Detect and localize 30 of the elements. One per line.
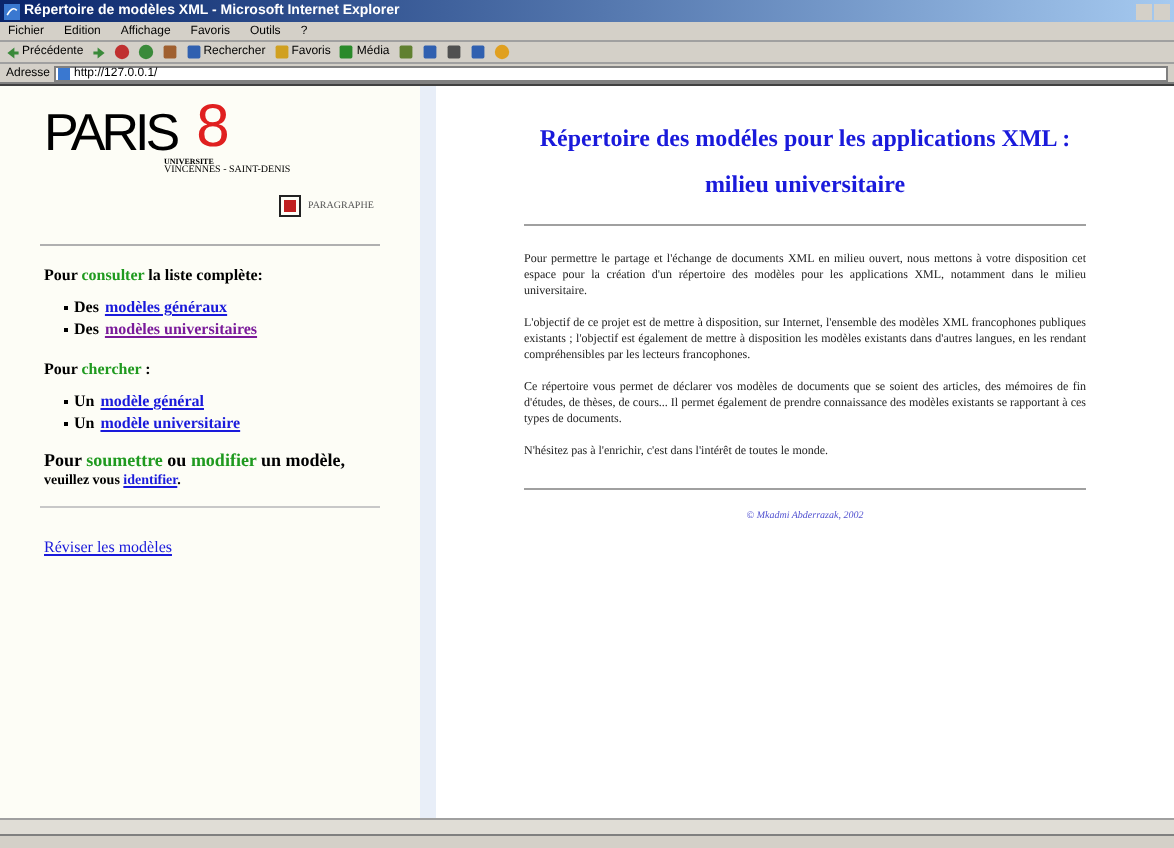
logo-number: 8 — [196, 98, 230, 158]
review-link[interactable]: Réviser les modèles — [44, 536, 376, 560]
model-link[interactable]: modèle général — [100, 392, 204, 412]
submit-text: Pour — [44, 450, 84, 470]
submit-text: modifier — [190, 450, 257, 470]
page-title: Répertoire des modéles pour les applications XML : — [537, 126, 1073, 150]
list-label: Un — [74, 392, 95, 412]
browser-icon — [4, 3, 20, 19]
section-heading: : — [143, 360, 151, 378]
section-heading: chercher — [81, 360, 142, 378]
page-icon — [58, 67, 71, 79]
model-link[interactable]: modèle universitaire — [100, 414, 241, 434]
section-heading: Pour — [44, 360, 80, 378]
model-link[interactable]: modèles universitaires — [104, 320, 258, 340]
forward-arrow-icon — [91, 45, 106, 59]
network-logo-icon — [276, 192, 304, 220]
horizontal-scrollbar[interactable] — [0, 818, 1174, 834]
submit-text: ou — [165, 450, 189, 470]
logo-text: PARIS — [44, 106, 177, 158]
list-label: Des — [74, 298, 99, 318]
back-arrow-icon — [6, 45, 20, 59]
section-heading: consulter — [81, 266, 145, 284]
list-label: Un — [74, 414, 95, 434]
submit-text: un modèle, — [259, 450, 346, 470]
section-heading: Pour — [44, 266, 80, 284]
page-title: milieu universitaire — [702, 172, 908, 196]
section-heading: la liste complète: — [146, 266, 263, 284]
model-link[interactable]: modèles généraux — [104, 298, 228, 318]
list-label: Des — [74, 320, 99, 340]
submit-text: soumettre — [86, 450, 163, 470]
